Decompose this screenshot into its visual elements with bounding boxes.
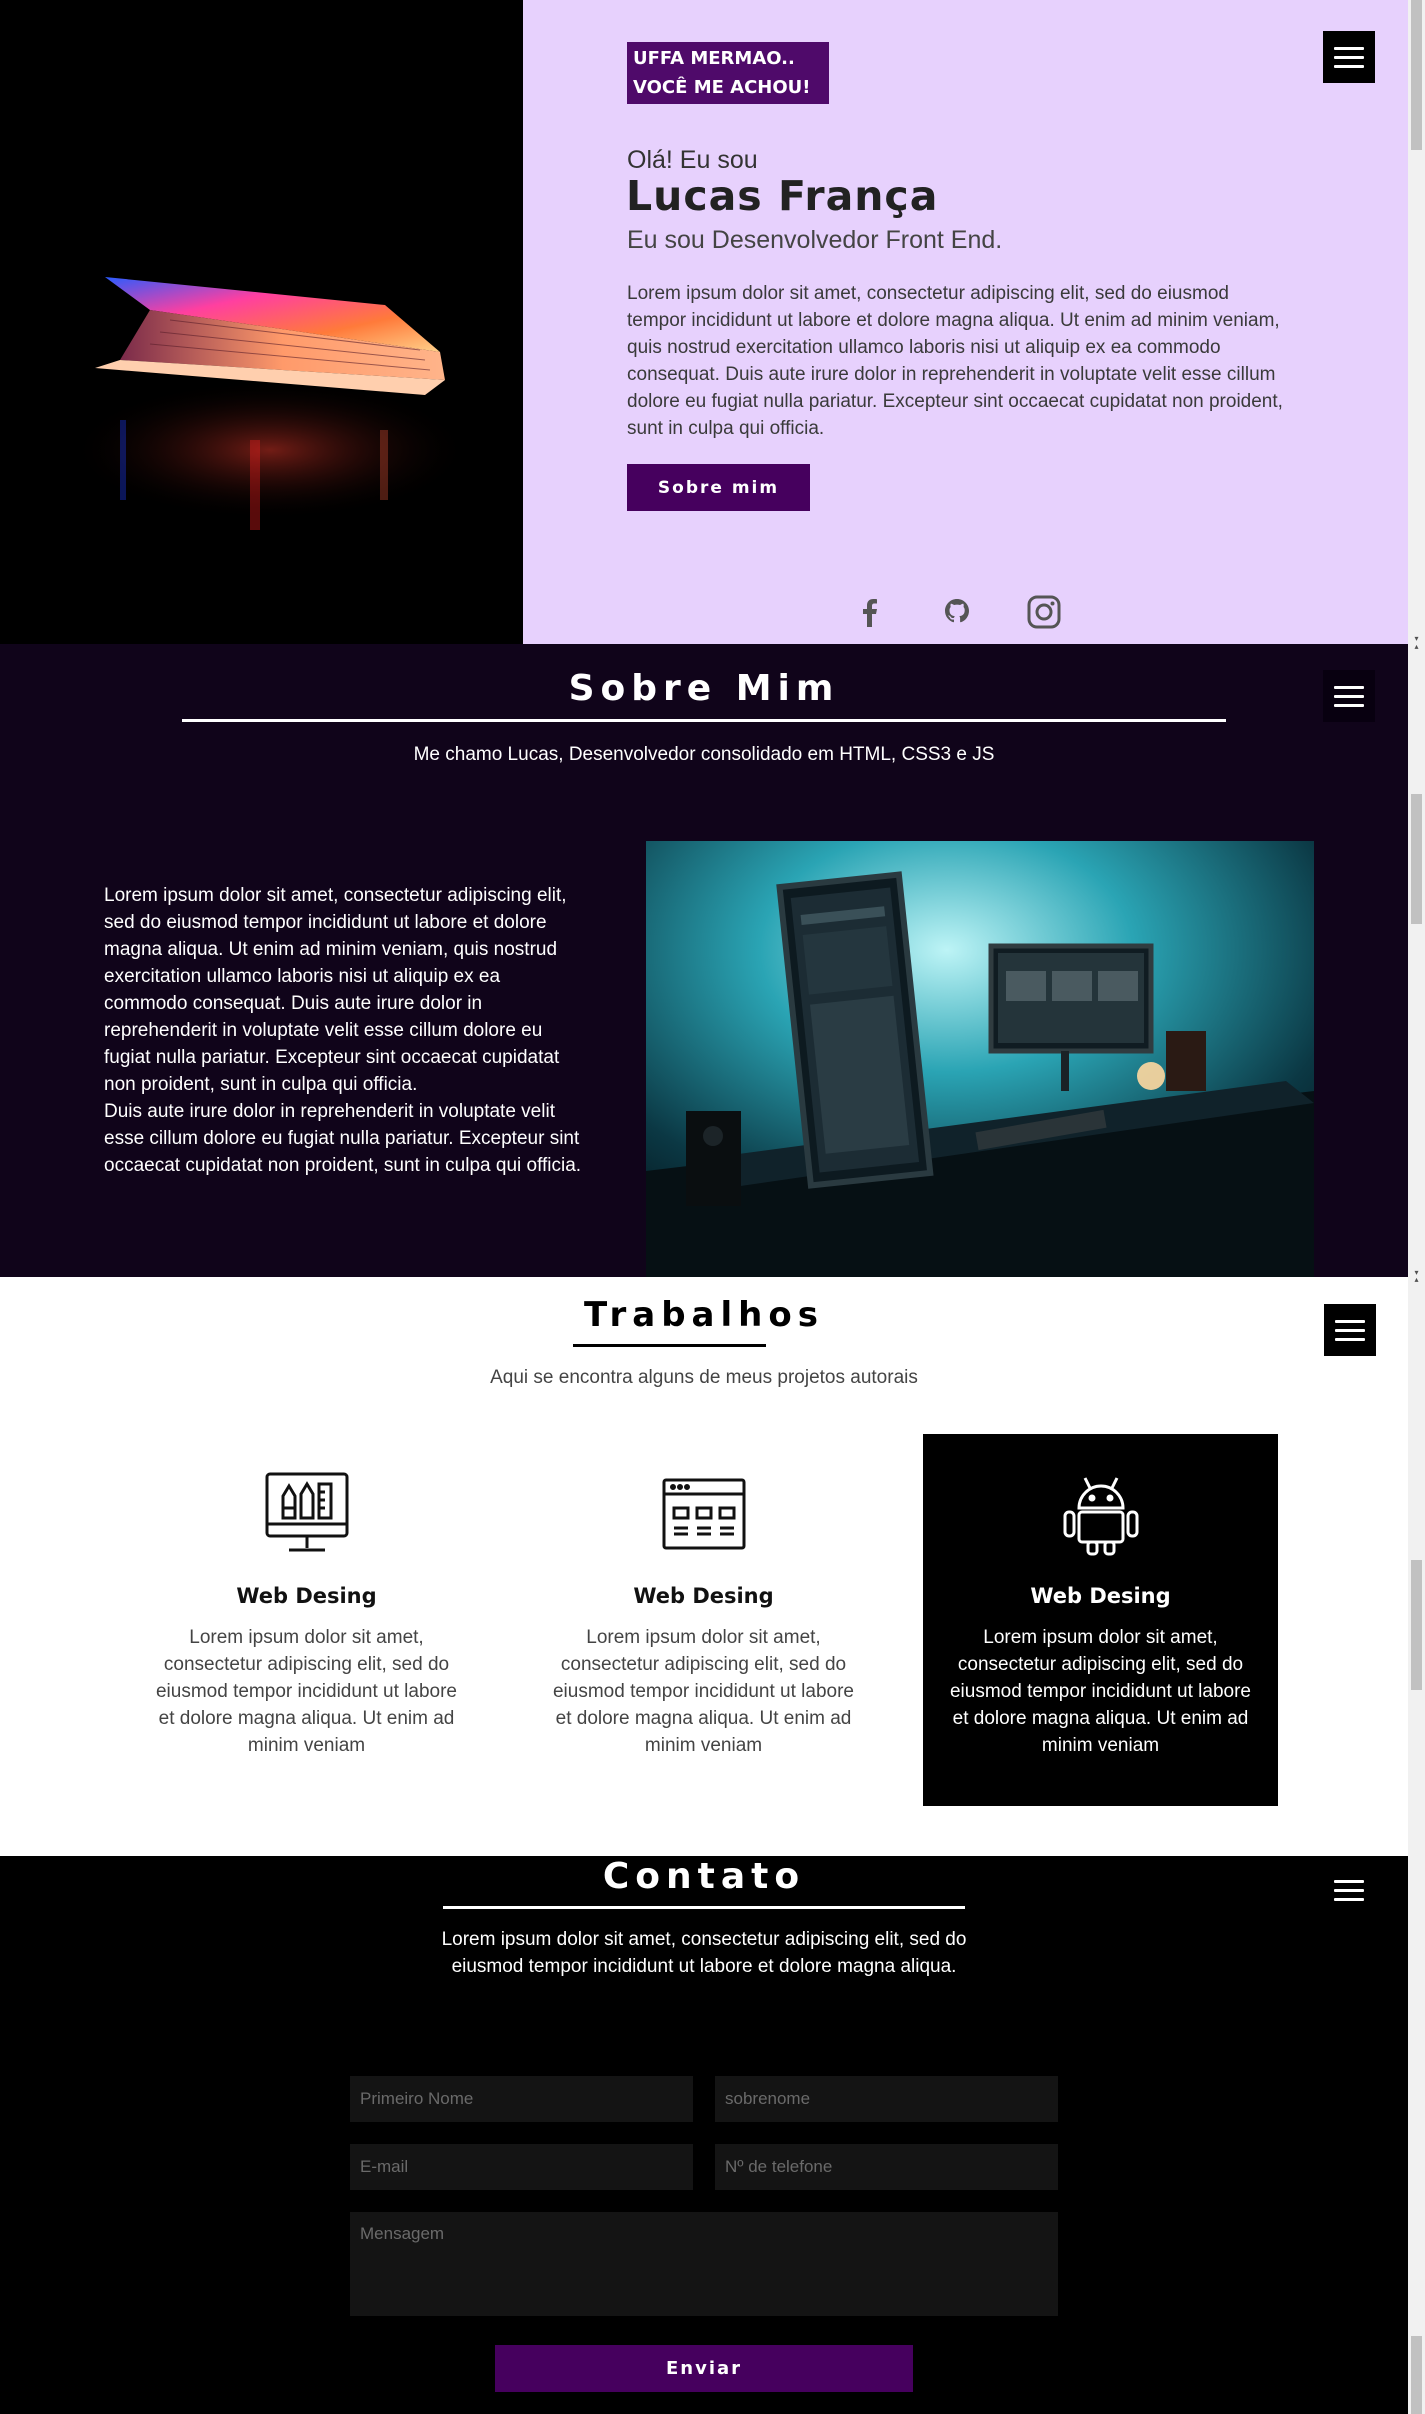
about-title: Sobre Mim [568, 668, 840, 709]
about-paragraph-1: Lorem ipsum dolor sit amet, consectetur … [104, 885, 567, 1095]
hamburger-menu-icon[interactable] [1323, 1864, 1375, 1916]
badge-line-1: UFFA MERMAO.. [633, 48, 795, 69]
facebook-icon[interactable] [849, 592, 889, 632]
works-subtitle: Aqui se encontra alguns de meus projetos… [490, 1367, 918, 1388]
work-card-text: Lorem ipsum dolor sit amet, consectetur … [552, 1627, 854, 1756]
email-input[interactable] [350, 2144, 693, 2190]
instagram-icon[interactable] [1024, 592, 1064, 632]
contact-subtitle: Lorem ipsum dolor sit amet, consectetur … [441, 1929, 967, 1977]
hero-greeting: Olá! Eu sou [627, 146, 758, 174]
works-title-underline [573, 1344, 766, 1347]
work-card-3[interactable]: Web Desing Lorem ipsum dolor sit amet, c… [923, 1434, 1278, 1806]
contact-section: Contato Lorem ipsum dolor sit amet, cons… [0, 1856, 1408, 2414]
send-button[interactable]: Enviar [495, 2345, 913, 2392]
scrollbar[interactable]: ▾ [1408, 0, 1425, 644]
github-icon[interactable] [937, 592, 977, 632]
about-paragraph-2: Duis aute irure dolor in reprehenderit i… [104, 1101, 582, 1176]
work-card-2[interactable]: Web Desing Lorem ipsum dolor sit amet, c… [526, 1434, 881, 1806]
contact-title: Contato [602, 1856, 806, 1897]
about-subtitle: Me chamo Lucas, Desenvolvedor consolidad… [413, 744, 995, 765]
hero-name: Lucas França [626, 172, 939, 220]
hero-badge: UFFA MERMAO.. VOCÊ ME ACHOU! [627, 42, 829, 104]
first-name-input[interactable] [350, 2076, 693, 2122]
hero-section: UFFA MERMAO.. VOCÊ ME ACHOU! Olá! Eu sou… [0, 0, 1408, 644]
hamburger-menu-icon[interactable] [1324, 1304, 1376, 1356]
about-text: Lorem ipsum dolor sit amet, consectetur … [104, 882, 582, 1179]
works-title: Trabalhos [584, 1295, 824, 1335]
hero-laptop-image [0, 0, 523, 644]
android-icon [1057, 1470, 1145, 1558]
scrollbar[interactable] [1408, 1856, 1425, 2414]
scrollbar-thumb[interactable] [1411, 2336, 1422, 2414]
page: UFFA MERMAO.. VOCÊ ME ACHOU! Olá! Eu sou… [0, 0, 1408, 2414]
hero-description: Lorem ipsum dolor sit amet, consectetur … [627, 283, 1283, 439]
about-title-underline [182, 719, 1226, 722]
work-card-text: Lorem ipsum dolor sit amet, consectetur … [155, 1627, 457, 1756]
work-card-title: Web Desing [633, 1584, 774, 1608]
browser-window-icon [660, 1470, 748, 1558]
scrollbar[interactable]: ▴ ▾ [1408, 643, 1425, 1277]
scrollbar-thumb[interactable] [1411, 794, 1422, 924]
monitor-design-tools-icon [263, 1470, 351, 1558]
about-section: Sobre Mim Me chamo Lucas, Desenvolvedor … [0, 644, 1408, 1277]
scroll-up-arrow-icon[interactable]: ▴ [1412, 1276, 1421, 1284]
hamburger-menu-icon[interactable] [1323, 31, 1375, 83]
message-textarea[interactable] [350, 2212, 1058, 2316]
scrollbar-thumb[interactable] [1411, 1560, 1422, 1690]
phone-input[interactable] [715, 2144, 1058, 2190]
hamburger-menu-icon[interactable] [1323, 670, 1375, 722]
work-card-text: Lorem ipsum dolor sit amet, consectetur … [949, 1627, 1251, 1756]
scrollbar-thumb[interactable] [1411, 0, 1422, 150]
desk-setup-photo [646, 841, 1314, 1277]
hero-role: Eu sou Desenvolvedor Front End. [627, 226, 1003, 254]
work-card-1[interactable]: Web Desing Lorem ipsum dolor sit amet, c… [129, 1434, 484, 1806]
badge-line-2: VOCÊ ME ACHOU! [633, 77, 811, 98]
scrollbar[interactable]: ▴ [1408, 1276, 1425, 1856]
last-name-input[interactable] [715, 2076, 1058, 2122]
contact-title-underline [443, 1906, 965, 1909]
about-me-button[interactable]: Sobre mim [627, 464, 810, 511]
works-section: Trabalhos Aqui se encontra alguns de meu… [0, 1277, 1408, 1856]
work-card-title: Web Desing [236, 1584, 377, 1608]
work-card-title: Web Desing [1030, 1584, 1171, 1608]
scroll-up-arrow-icon[interactable]: ▴ [1412, 643, 1421, 651]
